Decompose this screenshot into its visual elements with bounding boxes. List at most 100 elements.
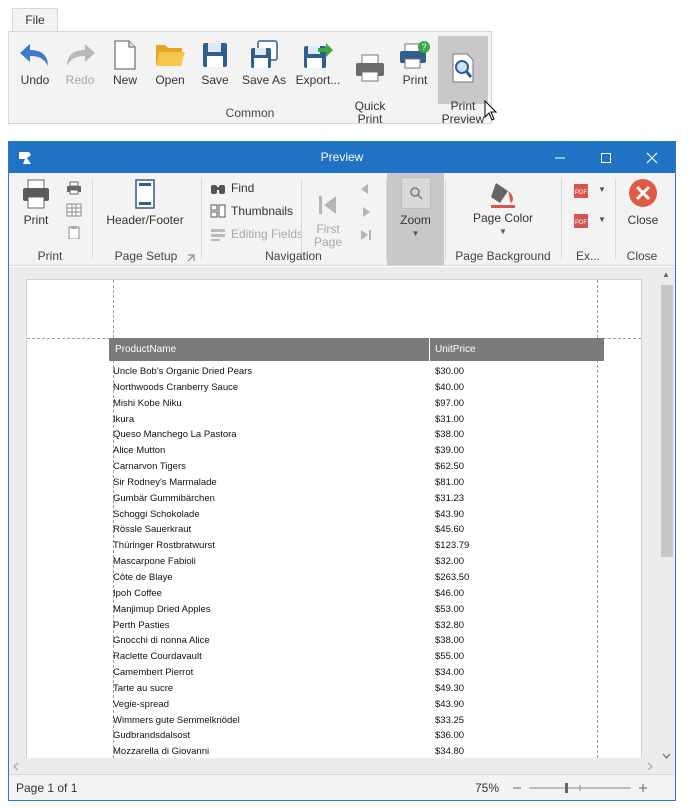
quick-print-icon bbox=[348, 49, 392, 87]
product-name-cell: Sir Rodney's Marmalade bbox=[113, 476, 217, 488]
zoom-button[interactable]: Zoom ▼ bbox=[387, 173, 444, 265]
unit-price-cell: $53.00 bbox=[435, 603, 465, 615]
horizontal-scrollbar[interactable] bbox=[9, 758, 658, 774]
binoculars-icon bbox=[209, 180, 227, 196]
redo-button[interactable]: Redo bbox=[58, 36, 102, 100]
save-as-icon bbox=[239, 36, 289, 74]
product-name-cell: Manjimup Dried Apples bbox=[113, 603, 211, 615]
previous-page-icon[interactable] bbox=[360, 183, 370, 195]
chevron-down-icon[interactable]: ▼ bbox=[598, 215, 606, 224]
table-row: Manjimup Dried Apples $53.00 bbox=[113, 602, 593, 618]
print-preview-button[interactable]: Print Preview bbox=[438, 36, 488, 126]
scroll-down-icon[interactable] bbox=[662, 753, 671, 759]
save-button[interactable]: Save bbox=[193, 36, 237, 100]
product-name-cell: Uncle Bob's Organic Dried Pears bbox=[113, 366, 253, 377]
product-name-cell: Northwoods Cranberry Sauce bbox=[113, 381, 239, 393]
table-row: Queso Manchego La Pastora $38.00 bbox=[113, 427, 593, 443]
unit-price-cell: $32.80 bbox=[435, 619, 465, 631]
chevron-down-icon: ▼ bbox=[411, 229, 420, 238]
editing-fields-label: Editing Fields bbox=[231, 227, 304, 241]
quick-print-small-icon[interactable] bbox=[66, 181, 82, 195]
product-name-cell: Queso Manchego La Pastora bbox=[113, 429, 237, 441]
last-page-icon[interactable] bbox=[360, 229, 372, 241]
page-grid-icon[interactable] bbox=[66, 203, 82, 217]
scroll-left-icon[interactable] bbox=[13, 762, 19, 771]
maximize-button[interactable] bbox=[583, 142, 629, 173]
table-row: Côte de Blaye $263.50 bbox=[113, 570, 593, 586]
print-big-label: Print bbox=[23, 213, 49, 227]
scrollbar-thumb[interactable] bbox=[661, 285, 673, 557]
table-row: Gnocchi di nonna Alice $38.00 bbox=[113, 633, 593, 649]
chevron-down-icon[interactable]: ▼ bbox=[598, 185, 606, 194]
svg-text:PDF: PDF bbox=[575, 190, 587, 196]
redo-label: Redo bbox=[65, 73, 95, 87]
editing-fields-button[interactable]: Editing Fields bbox=[209, 224, 303, 244]
document-area[interactable]: ProductName UnitPrice Uncle Bob's Organi… bbox=[9, 267, 675, 774]
svg-text:PDF: PDF bbox=[575, 220, 587, 226]
product-name-cell: Alice Mutton bbox=[113, 445, 166, 457]
product-name-cell: Mascarpone Fabioli bbox=[113, 556, 196, 568]
thumbnails-button[interactable]: Thumbnails bbox=[209, 201, 293, 221]
new-button[interactable]: New bbox=[103, 36, 147, 100]
product-name-cell: Schoggi Schokolade bbox=[113, 508, 200, 520]
separator bbox=[561, 179, 562, 259]
table-row: Camembert Pierrot $34.00 bbox=[113, 665, 593, 681]
zoom-slider[interactable] bbox=[509, 779, 649, 797]
open-button[interactable]: Open bbox=[148, 36, 192, 100]
redo-icon bbox=[58, 36, 102, 74]
export-button[interactable]: Export... bbox=[293, 36, 343, 100]
separator bbox=[301, 179, 302, 259]
clipboard-icon[interactable] bbox=[66, 225, 82, 239]
next-page-icon[interactable] bbox=[361, 206, 371, 218]
open-folder-icon bbox=[148, 36, 192, 74]
table-body: Uncle Bob's Organic Dried Pears $30.00 Nor… bbox=[113, 364, 593, 760]
export-pdf-icon[interactable]: PDF bbox=[573, 183, 591, 199]
report-page: ProductName UnitPrice Uncle Bob's Organi… bbox=[26, 279, 642, 769]
page-info: Page 1 of 1 bbox=[16, 781, 78, 795]
app-ribbon: File Undo Redo New Open Save Save As Exp… bbox=[8, 8, 498, 126]
send-pdf-icon[interactable]: PDF bbox=[573, 213, 591, 229]
product-name-cell: Rössle Sauerkraut bbox=[113, 524, 192, 536]
scroll-up-icon[interactable]: ▲ bbox=[662, 270, 670, 279]
table-row: Rössle Sauerkraut $45.60 bbox=[113, 522, 593, 538]
export-group-label: Ex... bbox=[575, 249, 600, 263]
close-icon bbox=[646, 152, 658, 163]
unit-price-cell: $31.23 bbox=[435, 492, 465, 504]
print-button[interactable]: ? Print bbox=[393, 36, 437, 100]
navigation-group-label: Navigation bbox=[265, 249, 322, 263]
unit-price-cell: $36.00 bbox=[435, 730, 465, 742]
unit-price-cell: $38.00 bbox=[435, 429, 465, 441]
unit-price-cell: $32.00 bbox=[435, 556, 465, 568]
minimize-button[interactable] bbox=[537, 142, 583, 173]
find-button[interactable]: Find bbox=[209, 178, 254, 198]
table-row: Thüringer Rostbratwurst $123.79 bbox=[113, 538, 593, 554]
product-name-cell: Perth Pasties bbox=[113, 619, 170, 631]
export-label: Export... bbox=[295, 73, 341, 87]
file-tab[interactable]: File bbox=[12, 8, 58, 32]
dialog-launcher-icon[interactable] bbox=[187, 254, 195, 262]
printer-icon bbox=[23, 179, 49, 209]
header-footer-label: Header/Footer bbox=[106, 213, 184, 227]
page-color-button[interactable]: Page Color ▼ bbox=[463, 177, 543, 238]
header-footer-button[interactable]: Header/Footer bbox=[105, 177, 185, 227]
product-name-cell: Gumbär Gummibärchen bbox=[113, 492, 215, 504]
first-page-label: First Page bbox=[313, 222, 343, 249]
table-row: Vegie-spread $43.90 bbox=[113, 697, 593, 713]
close-preview-button[interactable]: Close bbox=[621, 177, 665, 227]
quick-print-button[interactable]: Quick Print bbox=[348, 36, 392, 126]
header-product-name: ProductName bbox=[115, 344, 177, 355]
unit-price-cell: $123.79 bbox=[435, 540, 470, 552]
unit-price-cell: $38.00 bbox=[435, 635, 465, 647]
close-window-button[interactable] bbox=[629, 142, 675, 173]
print-icon: ? bbox=[393, 36, 437, 74]
product-name-cell: Vegie-spread bbox=[113, 698, 169, 710]
product-name-cell: Mishi Kobe Niku bbox=[113, 397, 182, 409]
scroll-right-icon[interactable] bbox=[647, 762, 653, 771]
save-as-button[interactable]: Save As bbox=[239, 36, 289, 100]
undo-button[interactable]: Undo bbox=[13, 36, 57, 100]
print-preview-icon bbox=[438, 49, 488, 87]
common-group-label: Common bbox=[225, 106, 275, 120]
vertical-scrollbar[interactable]: ▲ bbox=[658, 267, 675, 774]
export-icon bbox=[293, 36, 343, 74]
print-big-button[interactable]: Print bbox=[17, 177, 55, 227]
